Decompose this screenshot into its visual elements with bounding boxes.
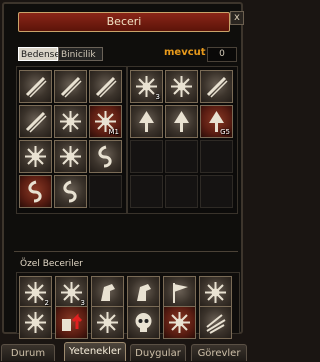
- flame-swirl-skill-icon[interactable]: [19, 175, 52, 208]
- crossed-swords-skill-icon[interactable]: [200, 70, 233, 103]
- tree-banner-skill-icon[interactable]: [165, 105, 198, 138]
- skill-level-badge: G5: [220, 128, 230, 136]
- tab-duygular[interactable]: Duygular: [130, 344, 186, 361]
- skill-empty-slot[interactable]: [165, 140, 198, 173]
- horse-head-skill-icon[interactable]: [127, 276, 160, 309]
- red-tree-skill-icon[interactable]: G5: [200, 105, 233, 138]
- cross-blades-skill-icon[interactable]: [89, 70, 122, 103]
- dash-strike-skill-icon[interactable]: [199, 306, 232, 339]
- flame-burst-skill-icon[interactable]: M1: [89, 105, 122, 138]
- skill-empty-slot[interactable]: [130, 175, 163, 208]
- tab-durum[interactable]: Durum: [1, 344, 55, 361]
- red-arrow-skill-icon[interactable]: [55, 306, 88, 339]
- skill-empty-slot[interactable]: [200, 175, 233, 208]
- tab-gorevler[interactable]: Görevler: [191, 344, 247, 361]
- tree-shield-skill-icon[interactable]: [130, 105, 163, 138]
- points-label: mevcut: [164, 47, 206, 58]
- skill-empty-slot[interactable]: [165, 175, 198, 208]
- skill-level-badge: M1: [108, 128, 120, 136]
- spiky-aura-skill-icon[interactable]: [91, 306, 124, 339]
- bull-horns-skill-icon[interactable]: [199, 276, 232, 309]
- winged-burst-skill-icon[interactable]: [54, 105, 87, 138]
- triple-claw-skill-icon[interactable]: [19, 105, 52, 138]
- scroll-skill-icon[interactable]: 3: [55, 276, 88, 309]
- section-divider: [14, 251, 238, 252]
- tab-binicilik[interactable]: Binicilik: [58, 47, 103, 61]
- flame-aura-skill-icon[interactable]: [163, 306, 196, 339]
- skill-level-badge: 3: [155, 93, 160, 101]
- guardian-skill-icon[interactable]: [19, 306, 52, 339]
- special-skills-label: Özel Beceriler: [20, 259, 83, 269]
- handshake-skill-icon[interactable]: 2: [19, 276, 52, 309]
- dark-swirl-skill-icon[interactable]: [54, 175, 87, 208]
- swirl-skill-icon[interactable]: [89, 140, 122, 173]
- close-button[interactable]: x: [230, 11, 244, 25]
- flag-skill-icon[interactable]: [163, 276, 196, 309]
- star-burst-skill-icon[interactable]: 3: [130, 70, 163, 103]
- skill-empty-slot[interactable]: [200, 140, 233, 173]
- spiked-burst-skill-icon[interactable]: [19, 140, 52, 173]
- radiant-sun-skill-icon[interactable]: [165, 70, 198, 103]
- tab-yetenekler[interactable]: Yetenekler: [64, 342, 126, 361]
- tab-bedensel[interactable]: Bedensel: [18, 47, 62, 61]
- character-tabs: Durum Yetenekler Duygular Görevler: [0, 338, 248, 361]
- skull-skill-icon[interactable]: [127, 306, 160, 339]
- sword-fist-skill-icon[interactable]: [54, 140, 87, 173]
- points-value: 0: [207, 47, 237, 62]
- skill-empty-slot[interactable]: [130, 140, 163, 173]
- skill-empty-slot[interactable]: [89, 175, 122, 208]
- window-title[interactable]: Beceri: [18, 12, 230, 32]
- horse-skill-icon[interactable]: [91, 276, 124, 309]
- slash-skill-icon[interactable]: [19, 70, 52, 103]
- double-slash-skill-icon[interactable]: [54, 70, 87, 103]
